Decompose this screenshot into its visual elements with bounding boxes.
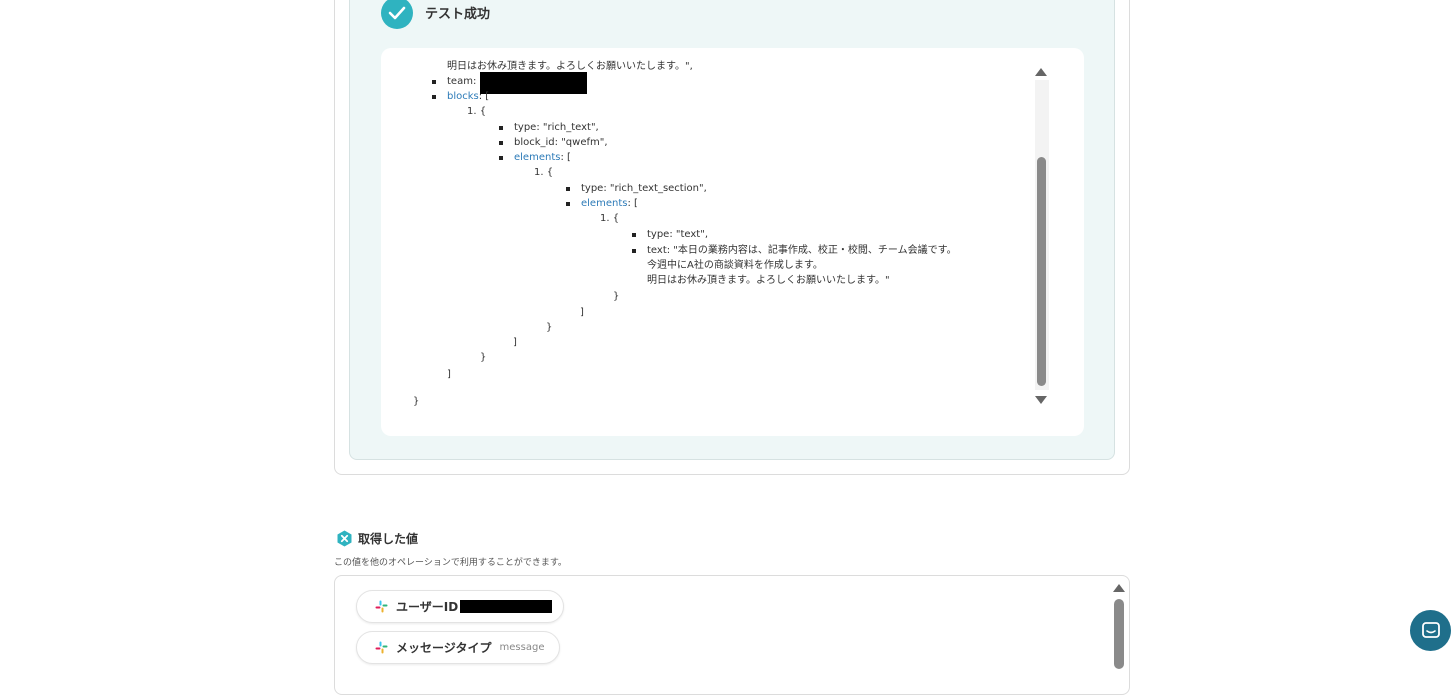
value-pill-message-type[interactable]: メッセージタイプ message — [356, 631, 560, 664]
json-line: } — [413, 396, 420, 407]
json-line-team: team: — [447, 76, 477, 87]
json-line: type: "text", — [647, 229, 709, 240]
slack-icon — [375, 600, 388, 613]
json-line: type: "rich_text", — [514, 122, 599, 133]
scroll-down-arrow-icon[interactable] — [1034, 395, 1048, 405]
redacted-team-value — [480, 72, 587, 94]
json-line: } — [480, 352, 487, 363]
bullet — [632, 233, 636, 237]
json-line: ] — [513, 337, 517, 348]
json-line: 明日はお休み頂きます。よろしくお願いいたします。" — [647, 275, 890, 286]
bullet — [499, 156, 503, 160]
obtained-values-title: 取得した値 — [358, 532, 419, 546]
json-key-elements[interactable]: elements — [581, 198, 627, 209]
scroll-up-arrow-icon[interactable] — [1112, 583, 1126, 593]
json-line: } — [613, 291, 620, 302]
obtained-values-subtitle: この値を他のオペレーションで利用することができます。 — [334, 558, 567, 568]
json-line: text: "本日の業務内容は、記事作成、校正・校閲、チーム会議です。 — [647, 245, 957, 256]
value-pill-label: メッセージタイプ — [396, 641, 492, 655]
redacted-user-id — [460, 600, 553, 613]
json-line-elements: elements: [ — [514, 152, 571, 163]
bullet — [632, 249, 636, 253]
scroll-up-arrow-icon[interactable] — [1034, 67, 1048, 77]
chat-icon — [1421, 621, 1440, 638]
json-line: block_id: "qwefm", — [514, 137, 608, 148]
json-line: 1. { — [534, 167, 554, 178]
json-line-blocks: blocks: [ — [447, 91, 490, 102]
json-line-elements: elements: [ — [581, 198, 638, 209]
bullet — [566, 187, 570, 191]
test-success-title: テスト成功 — [425, 7, 491, 22]
bullet — [432, 95, 436, 99]
json-line: type: "rich_text_section", — [581, 183, 707, 194]
bullet — [499, 141, 503, 145]
json-line: ] — [580, 307, 584, 318]
value-pill-user-id[interactable]: ユーザーID — [356, 590, 564, 623]
bullet — [432, 80, 436, 84]
json-key-blocks[interactable]: blocks — [447, 91, 479, 102]
variable-hexagon-icon — [337, 530, 352, 547]
json-line: ] — [447, 369, 451, 380]
json-line: 1. { — [600, 213, 620, 224]
value-pill-label: ユーザーID — [396, 600, 459, 614]
json-key-elements[interactable]: elements — [514, 152, 560, 163]
json-line: 1. { — [467, 106, 487, 117]
json-line: 今週中にA社の商談資料を作成します。 — [647, 260, 823, 271]
scrollbar-thumb[interactable] — [1114, 599, 1124, 669]
bullet — [566, 202, 570, 206]
bullet — [499, 126, 503, 130]
chat-support-button[interactable] — [1410, 610, 1451, 651]
json-output-box[interactable] — [381, 48, 1084, 436]
slack-icon — [375, 641, 388, 654]
scrollbar-thumb[interactable] — [1037, 157, 1046, 386]
json-line: } — [546, 322, 553, 333]
value-pill-sub: message — [499, 642, 545, 653]
